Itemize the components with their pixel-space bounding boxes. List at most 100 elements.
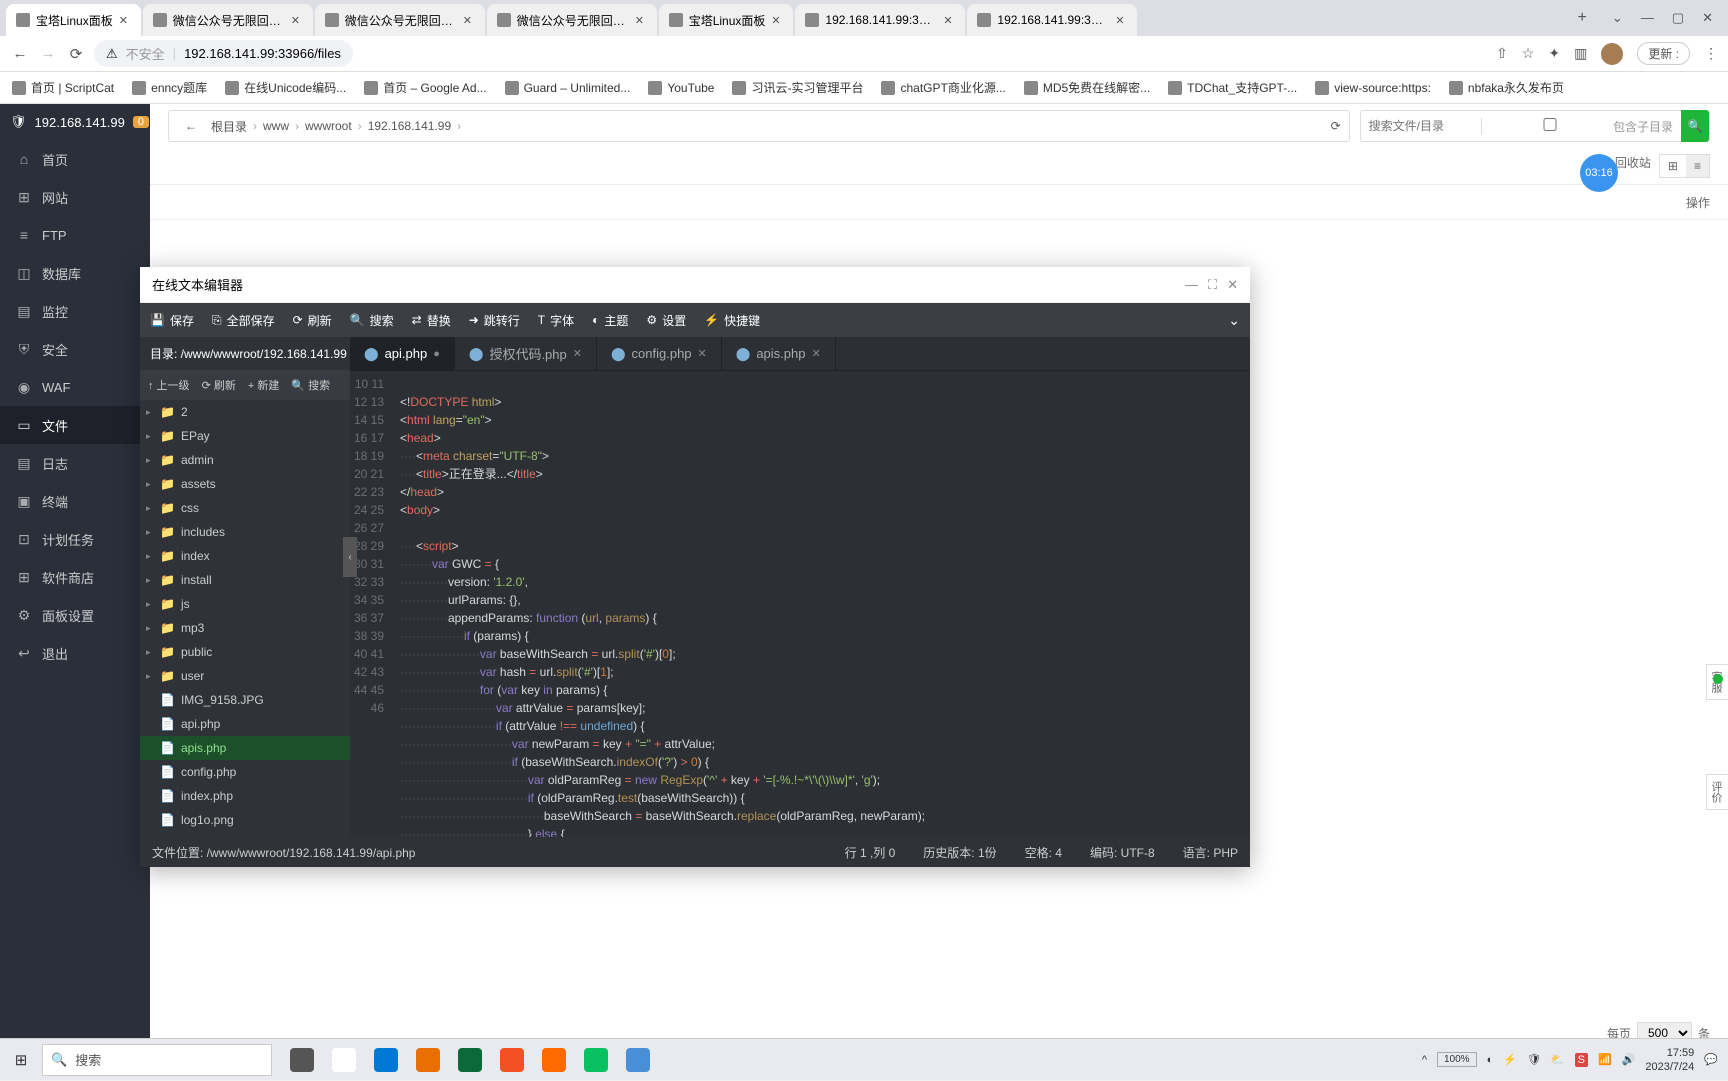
close-tab-icon[interactable]: ✕ [635,14,647,26]
tree-item[interactable]: 📄apis.php [140,736,350,760]
sidebar-item[interactable]: ▤日志 [0,444,150,482]
reload-button[interactable]: ⟳ [66,45,86,63]
editor-tool-1[interactable]: ⎘全部保存 [212,312,275,329]
tree-item[interactable]: 📄config.php [140,760,350,784]
maximize-icon[interactable]: ⛶ [1208,277,1217,293]
tree-item[interactable]: ▸📁EPay [140,424,350,448]
editor-tab[interactable]: ⬤授权代码.php✕ [455,337,597,370]
taskbar-app[interactable] [324,1039,364,1081]
tree-item[interactable]: ▸📁admin [140,448,350,472]
chevron-down-icon[interactable]: ⌄ [1612,10,1623,26]
tree-item[interactable]: 📄log1o.png [140,808,350,832]
editor-tool-7[interactable]: ◐主题 [592,312,628,329]
bookmark-item[interactable]: Guard – Unlimited... [505,81,631,95]
sidebar-item[interactable]: ⊞软件商店 [0,558,150,596]
address-field[interactable]: ⚠ 不安全 | 192.168.141.99:33966/files [94,40,353,67]
close-tab-icon[interactable]: ✕ [811,347,820,360]
sidebar-item[interactable]: ⊡计划任务 [0,520,150,558]
update-button[interactable]: 更新 : [1637,42,1690,65]
back-button[interactable]: ← [10,45,30,62]
sidebar-item[interactable]: ⊞网站 [0,178,150,216]
tree-item[interactable]: ▸📁assets [140,472,350,496]
close-tab-icon[interactable]: ✕ [291,14,303,26]
taskbar-app[interactable] [366,1039,406,1081]
editor-tool-0[interactable]: 💾保存 [150,312,194,329]
taskbar-app[interactable] [450,1039,490,1081]
maximize-icon[interactable]: ▢ [1672,10,1684,26]
tree-item[interactable]: ▸📁install [140,568,350,592]
close-tab-icon[interactable]: ● [433,348,440,360]
tree-item[interactable]: ▸📁public [140,640,350,664]
bookmark-item[interactable]: enncy题库 [132,79,207,96]
clock[interactable]: 17:592023/7/24 [1645,1046,1694,1074]
browser-tab[interactable]: 微信公众号无限回调系统✕ [143,4,313,36]
editor-tool-5[interactable]: ➜跳转行 [469,312,520,329]
taskbar-app[interactable] [576,1039,616,1081]
tree-item[interactable]: 📄IMG_9158.JPG [140,688,350,712]
bookmark-item[interactable]: YouTube [648,81,714,95]
close-icon[interactable]: ✕ [1227,277,1238,293]
tray-chevron-icon[interactable]: ^ [1422,1054,1427,1066]
notification-icon[interactable]: 💬 [1704,1053,1718,1066]
editor-tool-4[interactable]: ⇄替换 [412,312,451,329]
tray-icon[interactable]: 🛡 [1527,1053,1541,1066]
close-tab-icon[interactable]: ✕ [698,347,707,360]
bookmark-item[interactable]: nbfaka永久发布页 [1449,79,1564,96]
tree-item[interactable]: ▸📁includes [140,520,350,544]
tree-item[interactable]: 📄index.php [140,784,350,808]
minimize-icon[interactable]: — [1185,277,1198,293]
editor-tool-6[interactable]: T字体 [538,312,574,329]
browser-tab[interactable]: 微信公众号无限回调系统✕ [487,4,657,36]
editor-side-action[interactable]: 🔍 搜索 [291,377,330,393]
bookmark-item[interactable]: TDChat_支持GPT-... [1168,79,1297,96]
sidebar-item[interactable]: ◫数据库 [0,254,150,292]
search-input[interactable] [1361,119,1481,133]
share-icon[interactable]: ⇧ [1496,45,1508,62]
include-subdir-checkbox[interactable]: 包含子目录 [1481,118,1681,135]
code-area[interactable]: 10 11 12 13 14 15 16 17 18 19 20 21 22 2… [350,371,1250,837]
star-icon[interactable]: ☆ [1522,45,1535,62]
minimize-icon[interactable]: — [1641,10,1654,26]
sidebar-item[interactable]: ≡FTP [0,216,150,254]
bookmark-item[interactable]: chatGPT商业化源... [881,79,1005,96]
list-view-icon[interactable]: ≡ [1686,155,1709,177]
editor-tool-3[interactable]: 🔍搜索 [350,312,394,329]
tree-item[interactable]: ▸📁index [140,544,350,568]
extensions-icon[interactable]: ✦ [1548,45,1560,62]
chevron-down-icon[interactable]: ⌄ [1228,312,1240,329]
breadcrumb-refresh-icon[interactable]: ⟳ [1331,119,1341,133]
ime-icon[interactable]: S [1575,1053,1588,1067]
editor-side-action[interactable]: ⟳ 刷新 [202,377,236,393]
tray-icon[interactable]: ◐ [1487,1054,1494,1066]
tree-item[interactable]: 📄api.php [140,712,350,736]
feedback-widget[interactable]: 评价 [1706,774,1728,810]
sidebar-item[interactable]: ↩退出 [0,634,150,672]
tray-icon[interactable]: ⛅ [1551,1053,1565,1066]
zoom-level[interactable]: 100% [1437,1052,1477,1067]
tree-item[interactable]: ▸📁mp3 [140,616,350,640]
tree-item[interactable]: ▸📁2 [140,400,350,424]
sidebar-item[interactable]: ⌂首页 [0,140,150,178]
sidebar-item[interactable]: ⛨安全 [0,330,150,368]
collapse-sidebar-icon[interactable]: ‹ [343,537,357,577]
tray-icon[interactable]: ⚡ [1503,1053,1517,1066]
taskbar-app[interactable] [492,1039,532,1081]
volume-icon[interactable]: 🔊 [1622,1053,1636,1066]
tree-item[interactable]: ▸📁js [140,592,350,616]
sidebar-item[interactable]: ◉WAF [0,368,150,406]
wifi-icon[interactable]: 📶 [1598,1053,1612,1066]
bookmark-item[interactable]: MD5免费在线解密... [1024,79,1150,96]
profile-avatar[interactable] [1601,43,1623,65]
editor-tab[interactable]: ⬤api.php● [350,337,455,370]
menu-icon[interactable]: ⋮ [1704,45,1718,62]
editor-tab[interactable]: ⬤apis.php✕ [722,337,836,370]
browser-tab[interactable]: 宝塔Linux面板✕ [6,4,141,36]
forward-button[interactable]: → [38,45,58,62]
bookmark-item[interactable]: 在线Unicode编码... [225,79,346,96]
sidebar-item[interactable]: ▣终端 [0,482,150,520]
editor-side-action[interactable]: ↑ 上一级 [148,377,190,393]
start-button[interactable]: ⊞ [0,1039,42,1081]
tree-item[interactable]: ▸📁css [140,496,350,520]
sidebar-item[interactable]: ▤监控 [0,292,150,330]
bookmark-item[interactable]: view-source:https: [1315,81,1431,95]
